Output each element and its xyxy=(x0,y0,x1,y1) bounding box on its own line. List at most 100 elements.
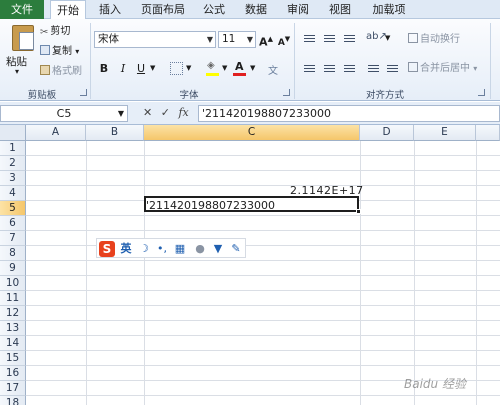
cut-label: 剪切 xyxy=(50,26,71,37)
clipboard-launcher-icon[interactable] xyxy=(80,89,87,96)
row-header-2[interactable]: 2 xyxy=(0,156,26,171)
cell-c5[interactable]: '211420198807233000 xyxy=(146,199,275,212)
tab-home[interactable]: 开始 xyxy=(50,0,86,20)
clipboard-group-label: 剪贴板 xyxy=(27,90,57,101)
column-header-b[interactable]: B xyxy=(86,125,144,141)
select-all-corner[interactable] xyxy=(0,125,26,141)
wrap-text-icon xyxy=(408,33,418,43)
font-color-button[interactable]: A xyxy=(232,60,248,78)
column-header-e[interactable]: E xyxy=(414,125,476,141)
tab-file[interactable]: 文件 xyxy=(0,0,44,19)
row-header-17[interactable]: 17 xyxy=(0,381,26,396)
user-icon[interactable]: ● xyxy=(193,241,207,257)
cancel-icon[interactable]: ✕ xyxy=(143,106,152,119)
phonetic-icon[interactable]: 文 xyxy=(268,62,278,77)
bold-button[interactable]: B xyxy=(96,61,112,77)
column-header-d[interactable]: D xyxy=(360,125,414,141)
borders-dropdown-icon[interactable]: ▼ xyxy=(186,64,191,72)
row-header-6[interactable]: 6 xyxy=(0,216,26,231)
row-header-3[interactable]: 3 xyxy=(0,171,26,186)
shrink-font-label: A xyxy=(277,38,285,48)
highlight-bar xyxy=(206,73,219,76)
font-launcher-icon[interactable] xyxy=(283,89,290,96)
row-header-10[interactable]: 10 xyxy=(0,276,26,291)
ime-mode-toggle[interactable]: 英 xyxy=(119,241,133,257)
tab-page-layout[interactable]: 页面布局 xyxy=(135,0,191,19)
fill-color-dropdown-icon[interactable]: ▼ xyxy=(222,64,227,72)
formula-bar: C5 ▼ ✕ ✓ fx '211420198807233000 xyxy=(0,102,500,125)
keyboard-icon[interactable]: ▦ xyxy=(173,241,187,257)
formula-input[interactable]: '211420198807233000 xyxy=(198,105,500,122)
underline-dropdown-icon[interactable]: ▼ xyxy=(150,64,155,72)
gridline xyxy=(26,290,500,291)
row-header-16[interactable]: 16 xyxy=(0,366,26,381)
wrench-icon[interactable]: ✎ xyxy=(229,241,243,257)
row-header-1[interactable]: 1 xyxy=(0,141,26,156)
borders-icon[interactable] xyxy=(170,62,183,75)
tab-data[interactable]: 数据 xyxy=(240,0,272,19)
row-header-7[interactable]: 7 xyxy=(0,231,26,246)
column-header-a[interactable]: A xyxy=(26,125,86,141)
sogou-logo-icon[interactable]: S xyxy=(99,241,115,257)
copy-button[interactable]: 复制 ▾ xyxy=(40,45,79,59)
increase-indent-icon[interactable] xyxy=(385,62,400,75)
row-header-12[interactable]: 12 xyxy=(0,306,26,321)
tab-addins[interactable]: 加载项 xyxy=(367,0,411,19)
align-top-icon[interactable] xyxy=(302,32,317,45)
orientation-dropdown-icon[interactable]: ▼ xyxy=(385,34,390,42)
align-center-icon[interactable] xyxy=(322,62,337,75)
paste-button[interactable]: 粘贴 ▾ xyxy=(4,21,34,77)
font-color-dropdown-icon[interactable]: ▼ xyxy=(250,64,255,72)
orientation-icon[interactable]: ab↗ xyxy=(366,31,387,42)
column-header-f[interactable] xyxy=(476,125,500,141)
ribbon: 粘贴 ▾ ✂ 剪切 复制 ▾ 格式刷 剪贴板 宋体 ▼ 11 ▼ A▲ A▼ B … xyxy=(0,19,500,101)
row-header-4[interactable]: 4 xyxy=(0,186,26,201)
row-header-5[interactable]: 5 xyxy=(0,201,26,216)
insert-function-button[interactable]: fx xyxy=(178,106,188,119)
moon-icon[interactable]: ☽ xyxy=(137,241,151,257)
copy-dropdown-icon[interactable]: ▾ xyxy=(75,47,79,56)
scissors-icon: ✂ xyxy=(40,27,49,38)
punctuation-icon[interactable]: •, xyxy=(155,241,169,257)
chevron-down-icon[interactable]: ▼ xyxy=(118,106,124,121)
align-bottom-icon[interactable] xyxy=(342,32,357,45)
row-header-8[interactable]: 8 xyxy=(0,246,26,261)
font-group-label: 字体 xyxy=(179,90,199,101)
cut-button[interactable]: ✂ 剪切 xyxy=(40,25,70,39)
row-header-15[interactable]: 15 xyxy=(0,351,26,366)
underline-button[interactable]: U xyxy=(133,61,149,77)
gridline xyxy=(26,320,500,321)
tab-insert[interactable]: 插入 xyxy=(92,0,128,19)
decrease-indent-icon[interactable] xyxy=(366,62,381,75)
row-header-9[interactable]: 9 xyxy=(0,261,26,276)
column-header-c[interactable]: C xyxy=(144,125,360,141)
align-middle-icon[interactable] xyxy=(322,32,337,45)
row-header-11[interactable]: 11 xyxy=(0,291,26,306)
tab-review[interactable]: 审阅 xyxy=(282,0,314,19)
merge-center-button[interactable]: 合并后居中 ▾ xyxy=(408,62,477,76)
gridline xyxy=(26,305,500,306)
merge-dropdown-icon[interactable]: ▾ xyxy=(473,64,477,73)
row-header-18[interactable]: 18 xyxy=(0,396,26,405)
row-header-13[interactable]: 13 xyxy=(0,321,26,336)
alignment-launcher-icon[interactable] xyxy=(478,89,485,96)
tab-view[interactable]: 视图 xyxy=(324,0,356,19)
font-name-combo[interactable]: 宋体 ▼ xyxy=(94,31,216,48)
separator xyxy=(490,23,491,99)
font-size-combo[interactable]: 11 ▼ xyxy=(218,31,256,48)
shrink-font-button[interactable]: A▼ xyxy=(276,31,292,48)
align-right-icon[interactable] xyxy=(342,62,357,75)
italic-button[interactable]: I xyxy=(115,61,131,77)
wrap-text-button[interactable]: 自动换行 xyxy=(408,33,460,47)
fill-color-button[interactable]: ◈ xyxy=(205,60,221,78)
tab-formulas[interactable]: 公式 xyxy=(198,0,230,19)
fill-handle[interactable] xyxy=(356,209,361,214)
skin-icon[interactable]: ▼ xyxy=(211,241,225,257)
font-color-label: A xyxy=(235,60,244,73)
grow-font-button[interactable]: A▲ xyxy=(258,31,274,49)
format-painter-button[interactable]: 格式刷 xyxy=(40,65,82,79)
align-left-icon[interactable] xyxy=(302,62,317,75)
row-header-14[interactable]: 14 xyxy=(0,336,26,351)
name-box[interactable]: C5 ▼ xyxy=(0,105,128,122)
enter-icon[interactable]: ✓ xyxy=(161,106,170,119)
